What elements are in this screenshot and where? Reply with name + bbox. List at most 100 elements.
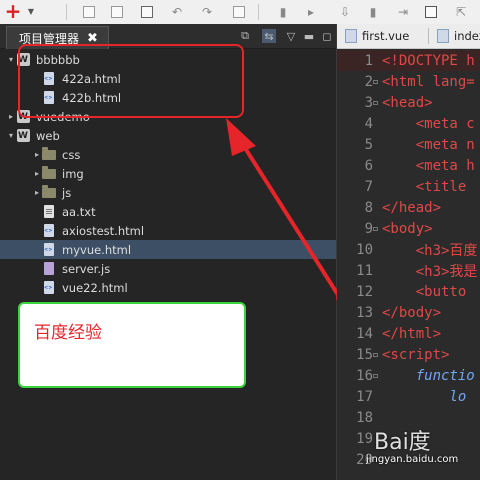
code-text: <h3>我是 [382,263,478,280]
code-text: <head> [382,94,433,111]
code-line[interactable]: 16 ◻ functio [337,365,480,386]
tab-first-vue[interactable]: first.vue [339,26,415,46]
explorer-tabbar: 项目管理器 ✖ ⧉ ⇆ ▽ ▬ ◻ [0,24,336,49]
code-line[interactable]: 14 </html> [337,323,480,344]
bookmark2-icon[interactable]: ▮ [366,5,380,19]
undo-icon[interactable]: ↶ [170,5,184,19]
code-line[interactable]: 7 <title [337,176,480,197]
close-icon[interactable]: ✖ [87,31,98,46]
tree-item[interactable]: ▸ img [0,164,336,183]
tree-item[interactable]: ▸ js [0,183,336,202]
code-text: lo [382,388,467,405]
tab-index[interactable]: index [431,26,480,46]
tree-item-label: server.js [62,261,111,276]
bookmark-icon[interactable]: ▮ [276,5,290,19]
dropdown-icon[interactable]: ▼ [24,5,38,19]
save-all-icon[interactable] [110,5,124,19]
download-icon[interactable]: ⇩ [338,5,352,19]
fold-icon[interactable]: ◻ [373,224,382,233]
code-line[interactable]: 11 <h3>我是 [337,260,480,281]
folder-shape [42,146,56,160]
project-icon: W [16,110,30,123]
project-w-glyph: W [16,110,30,123]
tree-item[interactable]: ▸ Wvuedemo [0,107,336,126]
code-line[interactable]: 5 <meta n [337,134,480,155]
code-line[interactable]: 3 ◻ <head> [337,92,480,113]
expand-down-icon[interactable]: ▾ [6,55,16,64]
indent-icon[interactable]: ⇥ [396,5,410,19]
note-text: 百度经验 [34,323,102,343]
file-icon [345,29,357,43]
line-number: 4 [364,115,373,132]
tree-item[interactable]: ▾ Wweb [0,126,336,145]
fold-icon[interactable]: ◻ [373,77,382,86]
code-text: <meta c [382,115,475,132]
code-line[interactable]: 17 lo [337,386,480,407]
code-text: functio [382,367,475,384]
tree-item-label: bbbbbb [36,52,80,67]
line-number: 5 [364,136,373,153]
toolbar-separator [66,4,67,20]
line-number: 1 [364,52,373,69]
tree-item[interactable]: myvue.html [0,240,336,259]
code-line[interactable]: 13 </body> [337,302,480,323]
tree-item[interactable]: server.js [0,259,336,278]
editor-tab-label: first.vue [362,29,410,43]
minimize-icon[interactable]: ▬ [302,29,316,43]
folder-shape [42,184,56,198]
tree-item[interactable]: ▸ css [0,145,336,164]
tree-item[interactable]: axiostest.html [0,221,336,240]
code-line[interactable]: 6 <meta h [337,155,480,176]
expand-right-icon[interactable]: ▸ [6,112,16,121]
html-file-icon [42,72,56,85]
copy-icon[interactable] [232,5,246,19]
code-editor: first.vue index 1<!DOCTYPE h2◻<html lang… [337,24,480,480]
save-icon[interactable] [82,5,96,19]
collapse-all-icon[interactable]: ⧉ [238,29,252,43]
code-line[interactable]: 9 ◻ <body> [337,218,480,239]
expand-right-icon[interactable]: ▸ [32,169,42,178]
tree-item[interactable]: aa.txt [0,202,336,221]
redo-icon[interactable]: ↷ [200,5,214,19]
print-icon[interactable] [140,5,154,19]
code-line[interactable]: 12 <butto [337,281,480,302]
tab-project-explorer[interactable]: 项目管理器 ✖ [6,26,109,49]
text-file-icon [42,205,56,218]
code-line[interactable]: 15 ◻ <script> [337,344,480,365]
tree-item-label: css [62,147,81,162]
tree-item[interactable]: ▾ Wbbbbbb [0,50,336,69]
expand-down-icon[interactable]: ▾ [6,131,16,140]
code-line[interactable]: 19 [337,428,480,449]
tree-item-label: vue22.html [62,280,128,295]
code-line[interactable]: 20 [337,449,480,470]
tree-item[interactable]: 422a.html [0,69,336,88]
save-file-icon[interactable] [424,5,438,19]
line-number: 20 [356,451,373,468]
code-line[interactable]: 10 <h3>百度 [337,239,480,260]
tree-item[interactable]: 422b.html [0,88,336,107]
project-w-glyph: W [16,129,30,142]
fold-icon[interactable]: ◻ [373,98,382,107]
link-editor-icon[interactable]: ⇆ [262,29,276,43]
fold-icon[interactable]: ◻ [373,350,382,359]
editor-tab-label: index [454,29,480,43]
code-line[interactable]: 2 ◻ <html lang= [337,71,480,92]
share-icon[interactable]: ⇱ [454,5,468,19]
tree-item[interactable]: vue22.html [0,278,336,297]
maximize-icon[interactable]: ◻ [320,29,334,43]
code-line[interactable]: 18 [337,407,480,428]
view-menu-icon[interactable]: ▽ [284,29,298,43]
code-line[interactable]: 1 <!DOCTYPE h [337,50,480,71]
plus-icon[interactable]: + [4,1,22,21]
line-number: 8 [364,199,373,216]
code-line[interactable]: 8 </head> [337,197,480,218]
next-icon[interactable]: ▸ [304,5,318,19]
code-area[interactable]: 1 <!DOCTYPE h 2 ◻ <html lang= 3 ◻ <head> 4 <meta… [337,50,480,470]
expand-right-icon[interactable]: ▸ [32,150,42,159]
folder-shape [42,165,56,179]
fold-icon[interactable]: ◻ [373,371,382,380]
code-line[interactable]: 4 <meta c [337,113,480,134]
code-text: </head> [382,199,442,216]
expand-right-icon[interactable]: ▸ [32,188,42,197]
code-text: <h3>百度 [382,242,478,259]
